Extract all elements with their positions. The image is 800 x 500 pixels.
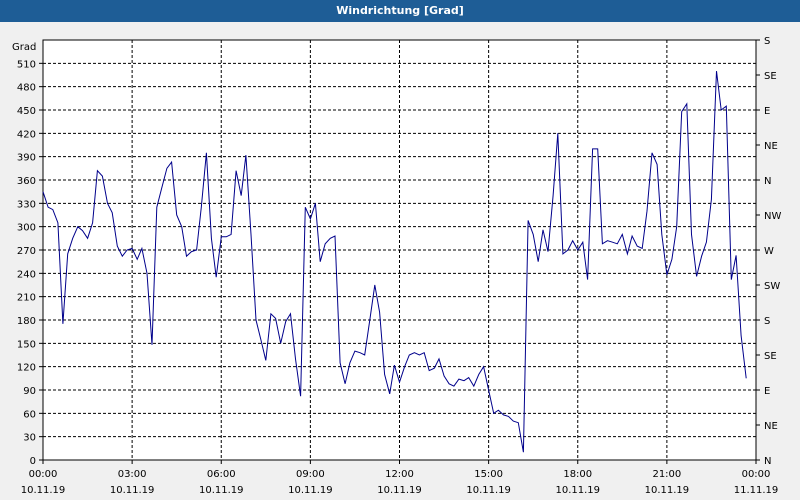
x-tick-time: 03:00 xyxy=(118,469,147,480)
y-tick-label: 240 xyxy=(17,269,36,280)
x-tick-time: 21:00 xyxy=(652,469,681,480)
compass-tick-label: W xyxy=(764,246,774,257)
x-tick-time: 12:00 xyxy=(385,469,414,480)
x-tick-time: 09:00 xyxy=(296,469,325,480)
x-tick-time: 15:00 xyxy=(474,469,503,480)
y-tick-label: 480 xyxy=(17,83,36,94)
y-tick-label: 0 xyxy=(30,456,36,467)
right-axis: N NE E SE S SW W NW N NE E SE S xyxy=(756,36,781,467)
y-tick-label: 270 xyxy=(17,246,36,257)
y-tick-label: 450 xyxy=(17,106,36,117)
x-tick-time: 18:00 xyxy=(563,469,592,480)
y-tick-label: 180 xyxy=(17,316,36,327)
compass-tick-label: S xyxy=(764,316,770,327)
x-tick-time: 00:00 xyxy=(742,469,771,480)
compass-tick-label: NE xyxy=(764,421,778,432)
y-axis-label: Grad xyxy=(12,42,36,53)
left-axis: 0 30 60 90 120 150 180 210 240 270 300 330 360 390 420… xyxy=(17,59,43,467)
x-tick-date: 10.11.19 xyxy=(21,485,66,496)
x-tick-date: 11.11.19 xyxy=(734,485,779,496)
compass-tick-label: SE xyxy=(764,71,777,82)
y-tick-label: 120 xyxy=(17,363,36,374)
y-tick-label: 420 xyxy=(17,129,36,140)
compass-tick-label: N xyxy=(764,456,771,467)
compass-tick-label: E xyxy=(764,106,770,117)
x-tick-time: 06:00 xyxy=(207,469,236,480)
compass-tick-label: N xyxy=(764,176,771,187)
compass-tick-label: NE xyxy=(764,141,778,152)
y-tick-label: 330 xyxy=(17,199,36,210)
y-tick-label: 60 xyxy=(23,409,36,420)
x-axis: 00:00 10.11.19 03:00 10.11.19 06:00 10.11.19 0… xyxy=(21,460,779,496)
y-tick-label: 300 xyxy=(17,223,36,234)
compass-tick-label: SW xyxy=(764,281,780,292)
wind-direction-chart: 0 30 60 90 120 150 180 210 240 270 300 330 360 390 420… xyxy=(12,36,781,496)
compass-tick-label: S xyxy=(764,36,770,47)
compass-tick-label: SE xyxy=(764,351,777,362)
x-tick-date: 10.11.19 xyxy=(645,485,690,496)
y-tick-label: 210 xyxy=(17,293,36,304)
x-tick-time: 00:00 xyxy=(29,469,58,480)
x-tick-date: 10.11.19 xyxy=(110,485,155,496)
y-tick-label: 510 xyxy=(17,59,36,70)
compass-tick-label: NW xyxy=(764,211,781,222)
x-tick-date: 10.11.19 xyxy=(199,485,244,496)
y-tick-label: 390 xyxy=(17,153,36,164)
x-tick-date: 10.11.19 xyxy=(555,485,600,496)
compass-tick-label: E xyxy=(764,386,770,397)
y-tick-label: 90 xyxy=(23,386,36,397)
x-tick-date: 10.11.19 xyxy=(466,485,511,496)
y-tick-label: 150 xyxy=(17,339,36,350)
x-tick-date: 10.11.19 xyxy=(288,485,333,496)
y-tick-label: 360 xyxy=(17,176,36,187)
window-title: Windrichtung [Grad] xyxy=(0,0,800,22)
x-tick-date: 10.11.19 xyxy=(377,485,422,496)
y-tick-label: 30 xyxy=(23,433,36,444)
